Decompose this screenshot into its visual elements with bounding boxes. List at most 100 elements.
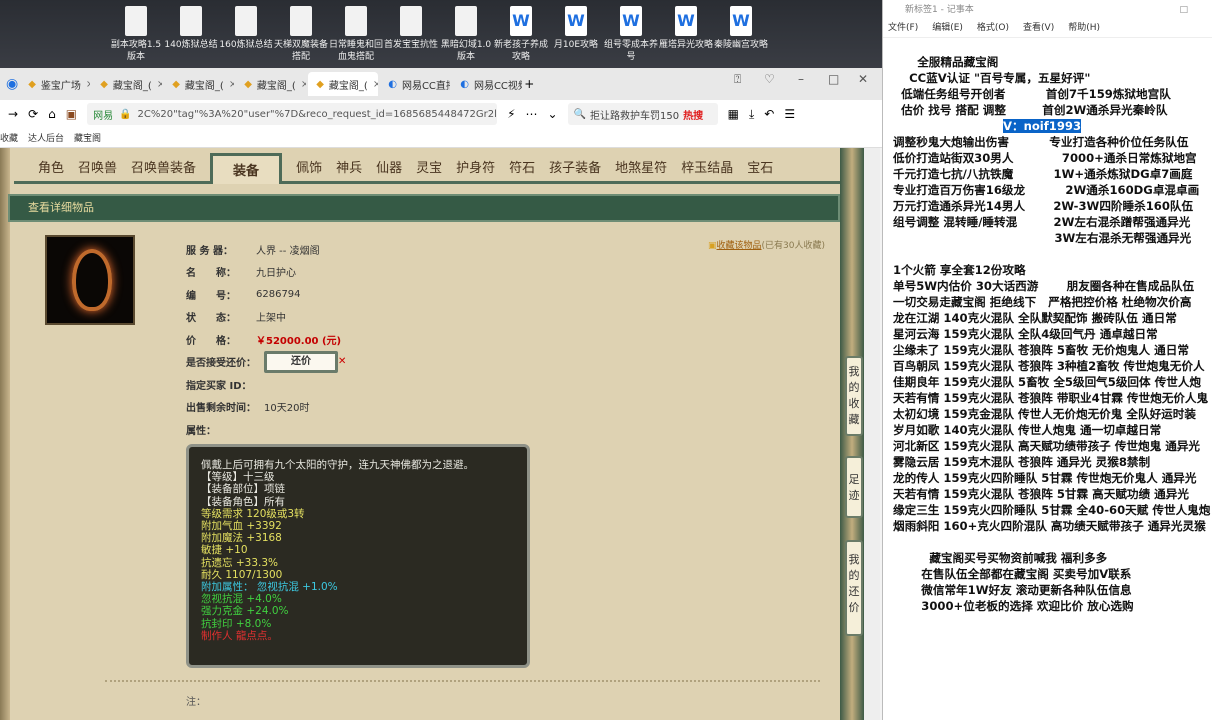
bookmark-cangbaoge[interactable]: 藏宝阁 [74,131,101,144]
lightning-icon[interactable]: ⚡ [507,107,515,121]
desktop-icon[interactable]: W 秦陵幽宫攻略 [713,6,769,51]
new-tab-button[interactable]: + [524,77,534,91]
text-mid: 调整秒鬼大炮输出伤害 专业打造各种价位任务队伍 低价打造站街双30男人 7000… [893,135,1200,309]
more-icon[interactable]: ⋯ [526,107,538,121]
section-header: 查看详细物品 [8,194,840,222]
tab-close-icon[interactable]: × [229,79,234,90]
browser-tab[interactable]: ◆ 藏宝阁_(× [308,72,379,96]
item-info: 服 务 器： 人界 -- 凌烟阁名 称： 九日护心编 号： 6286794 状 态： 上架… [186,238,346,441]
maximize-button[interactable]: □ [828,72,839,86]
footprint-button[interactable]: 足迹 [845,456,863,518]
desktop-icon-label: 组号零成本养号 [603,40,658,62]
info-row: 名 称： 九日护心 [186,261,346,284]
menu-item[interactable]: 文件(F) [888,20,918,37]
tab-4[interactable]: 佩饰 [296,157,322,181]
desktop-icon[interactable]: W 组号零成本养号 [603,6,659,63]
desktop-icon[interactable]: 140炼狱总结 [163,6,219,51]
browser-tab[interactable]: ◆ 藏宝阁_(× [236,72,306,96]
search-input[interactable]: 🔍 拒让路救护车罚150 热搜 [567,103,718,125]
notepad-text[interactable]: 全服精品藏宝阁 CC蓝V认证 "百号专属，五星好评" 低端任务组号开创者 首创7… [883,38,1212,614]
tab-close-icon[interactable]: × [157,79,162,90]
menu-icon[interactable]: ☰ [784,107,795,121]
desktop-icon[interactable]: W 雁塔异光攻略 [658,6,714,51]
desktop-icon[interactable]: 天梯双魔装备搭配 [273,6,329,63]
tab-close-icon[interactable]: × [301,79,306,90]
bookmark-favorites[interactable]: 收藏 [0,131,18,144]
favorite-link[interactable]: 收藏该物品 [717,241,762,251]
browser-tab[interactable]: ◆ 藏宝阁_( × [92,72,162,96]
my-haggle-button[interactable]: 我的还价 [845,540,863,636]
tab-label: 藏宝阁_( [184,80,224,92]
desktop-icon[interactable]: 黑暗幻域1.0版本 [438,6,494,63]
skin-icon[interactable]: ♡ [764,72,775,86]
forward-icon[interactable]: → [8,107,18,121]
tab-9[interactable]: 符石 [509,157,535,181]
browser-tab[interactable]: ◐网易CC直播× [380,72,450,96]
help-icon[interactable]: ⍰ [734,72,741,87]
notepad-window: 新标签1 - 记事本 □ 文件(F) 编辑(E) 格式(O) 查看(V) 帮助(H) 全服… [882,0,1212,720]
tab-2[interactable]: 召唤兽装备 [131,157,196,181]
scrollbar[interactable] [864,148,880,720]
word-file-icon: W [730,6,752,36]
reload-icon[interactable]: ⟳ [28,107,38,121]
desktop: 副本攻略1.5版本 140炼狱总结 160炼狱总结 天梯双魔装备搭配 日常睡鬼和回血鬼搭… [0,0,882,68]
tab-label: 藏宝阁_( [256,80,296,92]
menu-item[interactable]: 帮助(H) [1068,20,1100,37]
close-window-button[interactable]: ✕ [858,72,868,86]
briefcase-icon[interactable]: ▣ [66,107,77,121]
desktop-icon-label: 月10E攻略 [553,40,599,50]
cangbaoge-icon: ◆ [100,78,108,90]
undo-icon[interactable]: ↶ [764,107,774,121]
tab-6[interactable]: 仙器 [376,157,402,181]
menu-item[interactable]: 查看(V) [1023,20,1054,37]
tab-1[interactable]: 召唤兽 [78,157,117,181]
tab-12[interactable]: 梓玉结晶 [681,157,733,181]
maximize-button[interactable]: □ [1179,0,1188,20]
download-icon[interactable]: ⤓ [749,107,754,122]
tab-3[interactable]: 装备 [210,153,283,184]
bookmark-daren[interactable]: 达人后台 [28,131,64,144]
tab-label: 藏宝阁_( [112,80,152,92]
desktop-icon-label: 天梯双魔装备搭配 [273,40,328,62]
tooltip-line: 抗遗忘 +33.3% [201,556,278,569]
favorite-area: ▣收藏该物品(已有30人收藏) [708,238,825,251]
home-icon[interactable]: ⌂ [48,107,56,121]
desktop-icon-label: 秦陵幽宫攻略 [713,40,768,50]
tab-8[interactable]: 护身符 [456,157,495,181]
cc-icon: ◐ [388,78,397,90]
tab-0[interactable]: 角色 [38,157,64,181]
browser-tab[interactable]: ◆ 鉴宝广场 × [20,72,90,96]
desktop-icon-label: 雁塔异光攻略 [658,40,713,50]
favorite-icon: ▣ [708,241,717,251]
menu-item[interactable]: 格式(O) [977,20,1009,37]
chevron-down-icon[interactable]: ⌄ [548,107,558,121]
tab-5[interactable]: 神兵 [336,157,362,181]
menu-item[interactable]: 编辑(E) [932,20,963,37]
haggle-button[interactable]: 还价 [264,350,338,373]
info-row: 状 态： 上架中 [186,306,346,329]
url-input[interactable]: 网易 🔒 2C%20"tag"%3A%20"user"%7D&reco_requ… [87,103,498,125]
attr-label: 属性： [186,425,216,437]
grid-icon[interactable]: ▦ [728,107,739,121]
field-value: ￥52000.00 (元) [256,335,342,347]
desktop-icon[interactable]: W 月10E攻略 [548,6,604,51]
minimize-button[interactable]: – [798,72,804,86]
my-favorites-button[interactable]: 我的收藏 [845,356,863,436]
desktop-icon[interactable]: 首发宝宝抗性 [383,6,439,51]
field-label: 服 务 器： [186,245,233,257]
desktop-icon[interactable]: W 新老孩子养成攻略 [493,6,549,63]
tab-close-icon[interactable]: × [86,79,90,90]
search-icon: 🔍 [573,108,587,120]
desktop-icon[interactable]: 副本攻略1.5版本 [108,6,164,63]
tab-11[interactable]: 地煞星符 [615,157,667,181]
close-icon[interactable]: ✕ [338,356,346,367]
tab-13[interactable]: 宝石 [747,157,773,181]
desktop-icon[interactable]: 160炼狱总结 [218,6,274,51]
tab-7[interactable]: 灵宝 [416,157,442,181]
desktop-icon[interactable]: 日常睡鬼和回血鬼搭配 [328,6,384,63]
tab-close-icon[interactable]: × [373,79,378,90]
browser-tab[interactable]: ◐网易CC视频× [452,72,522,96]
tab-10[interactable]: 孩子装备 [549,157,601,181]
desktop-icon-label: 160炼狱总结 [219,40,273,50]
browser-tab[interactable]: ◆ 藏宝阁_(× [164,72,234,96]
